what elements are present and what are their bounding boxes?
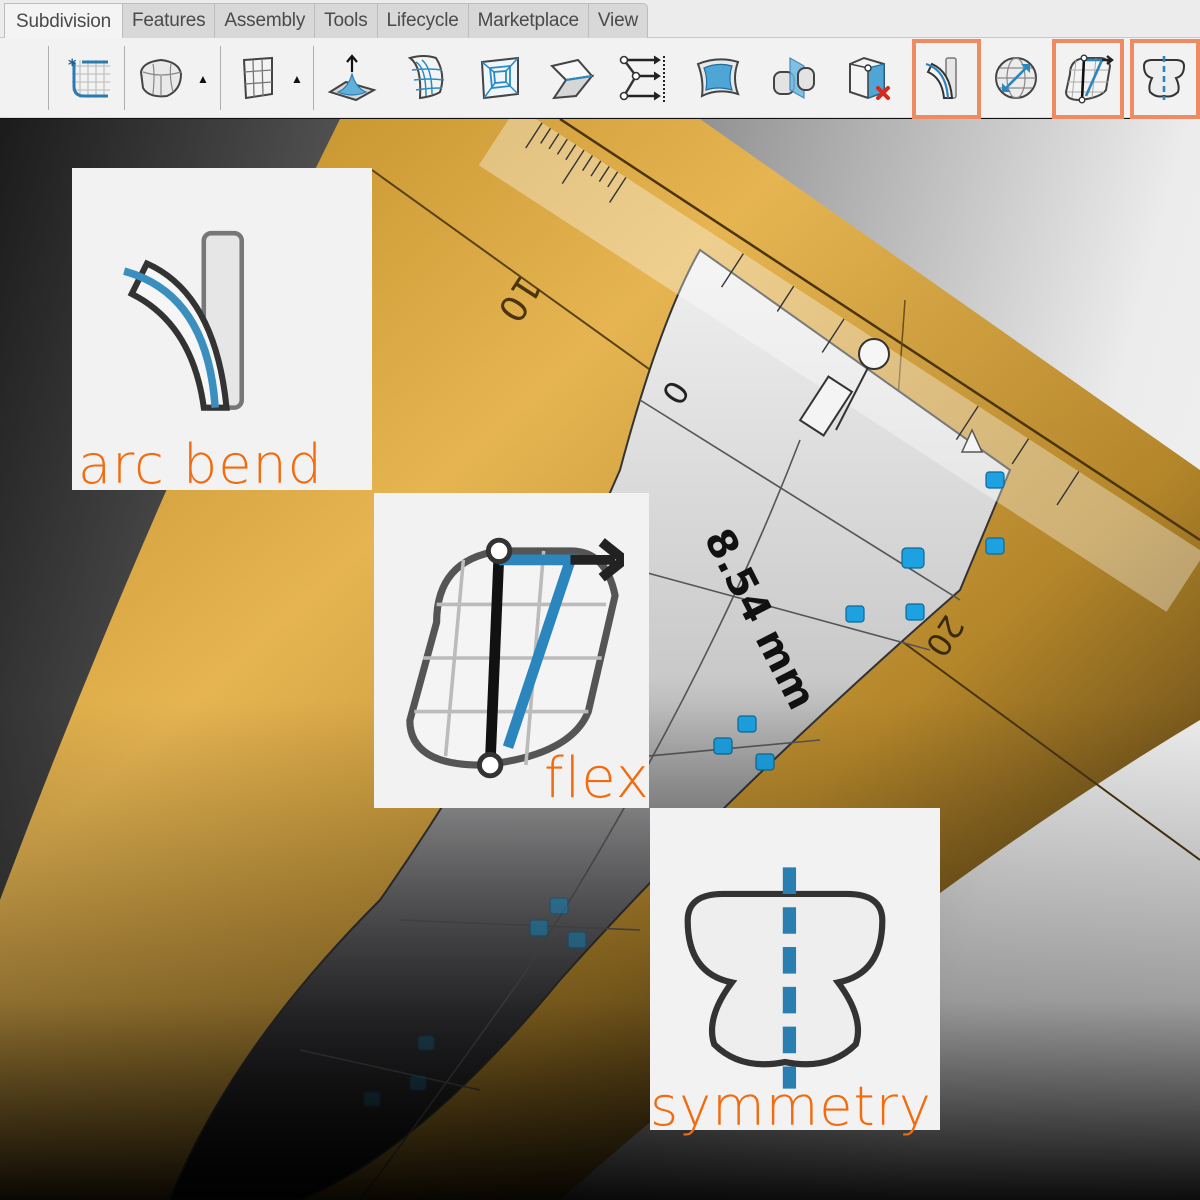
svg-text:*: *	[68, 55, 77, 74]
tab-view[interactable]: View	[588, 3, 648, 38]
tab-lifecycle[interactable]: Lifecycle	[377, 3, 469, 38]
manipulator-sphere-handle[interactable]	[858, 338, 890, 370]
primitive-dropdown-caret[interactable]: ▲	[197, 72, 209, 86]
toolbar-separator	[313, 46, 314, 110]
bridge-edges-button[interactable]	[612, 42, 672, 114]
symmetry-label: symmetry	[650, 1075, 932, 1138]
plane-grid-icon	[242, 56, 273, 100]
fold-face-button[interactable]	[542, 42, 602, 114]
flex-callout: flex	[374, 493, 649, 808]
toolbar-separator	[124, 46, 125, 110]
subdivision-toolbar: * ▲ ▲	[0, 38, 1200, 119]
fill-face-button[interactable]	[688, 42, 748, 114]
create-subdivision-icon: *	[68, 55, 110, 98]
sphere-scale-icon	[995, 57, 1037, 99]
flex-label: flex	[544, 746, 650, 811]
split-body-button[interactable]	[764, 42, 824, 114]
arc-bend-icon	[123, 230, 244, 411]
ribbon-tab-bar: Subdivision Features Assembly Tools Life…	[0, 0, 1200, 39]
fold-face-icon	[550, 58, 595, 100]
sphere-scale-button[interactable]	[986, 42, 1046, 114]
delete-vertex-button[interactable]	[838, 42, 898, 114]
fill-face-icon	[696, 58, 740, 98]
symmetry-callout: symmetry	[650, 808, 940, 1134]
inset-face-icon	[480, 56, 519, 100]
arc-bend-icon	[925, 57, 957, 99]
tab-marketplace[interactable]: Marketplace	[468, 3, 589, 38]
ribbon-tabs: Subdivision Features Assembly Tools Life…	[4, 3, 648, 39]
symmetry-icon	[684, 867, 886, 1089]
split-body-icon	[773, 56, 815, 100]
extrude-pull-button[interactable]	[322, 42, 382, 114]
curved-face-grid-icon	[407, 55, 445, 100]
bridge-edges-icon	[619, 55, 665, 102]
primitive-box-icon	[139, 58, 183, 98]
arc-bend-label: arc bend	[78, 433, 323, 496]
extrude-pull-icon	[327, 54, 377, 102]
symmetry-button[interactable]	[1134, 42, 1194, 114]
curved-face-button[interactable]	[396, 42, 456, 114]
primitive-box-button[interactable]	[131, 42, 191, 114]
tab-features[interactable]: Features	[122, 3, 216, 38]
tab-subdivision[interactable]: Subdivision	[4, 3, 123, 39]
toolbar-separator	[48, 46, 49, 110]
tab-tools[interactable]: Tools	[315, 3, 378, 38]
plane-grid-button[interactable]	[228, 42, 288, 114]
flex-icon	[1064, 54, 1114, 104]
tab-assembly[interactable]: Assembly	[215, 3, 316, 38]
delete-vertex-icon	[849, 56, 890, 100]
inset-face-button[interactable]	[470, 42, 530, 114]
arc-bend-callout: arc bend	[72, 168, 372, 496]
plane-dropdown-caret[interactable]: ▲	[291, 72, 303, 86]
create-subdivision-button[interactable]: *	[58, 42, 118, 114]
flex-button[interactable]	[1058, 42, 1118, 114]
toolbar-separator	[220, 46, 221, 110]
arc-bend-button[interactable]	[916, 42, 976, 114]
symmetry-icon	[1142, 56, 1186, 100]
